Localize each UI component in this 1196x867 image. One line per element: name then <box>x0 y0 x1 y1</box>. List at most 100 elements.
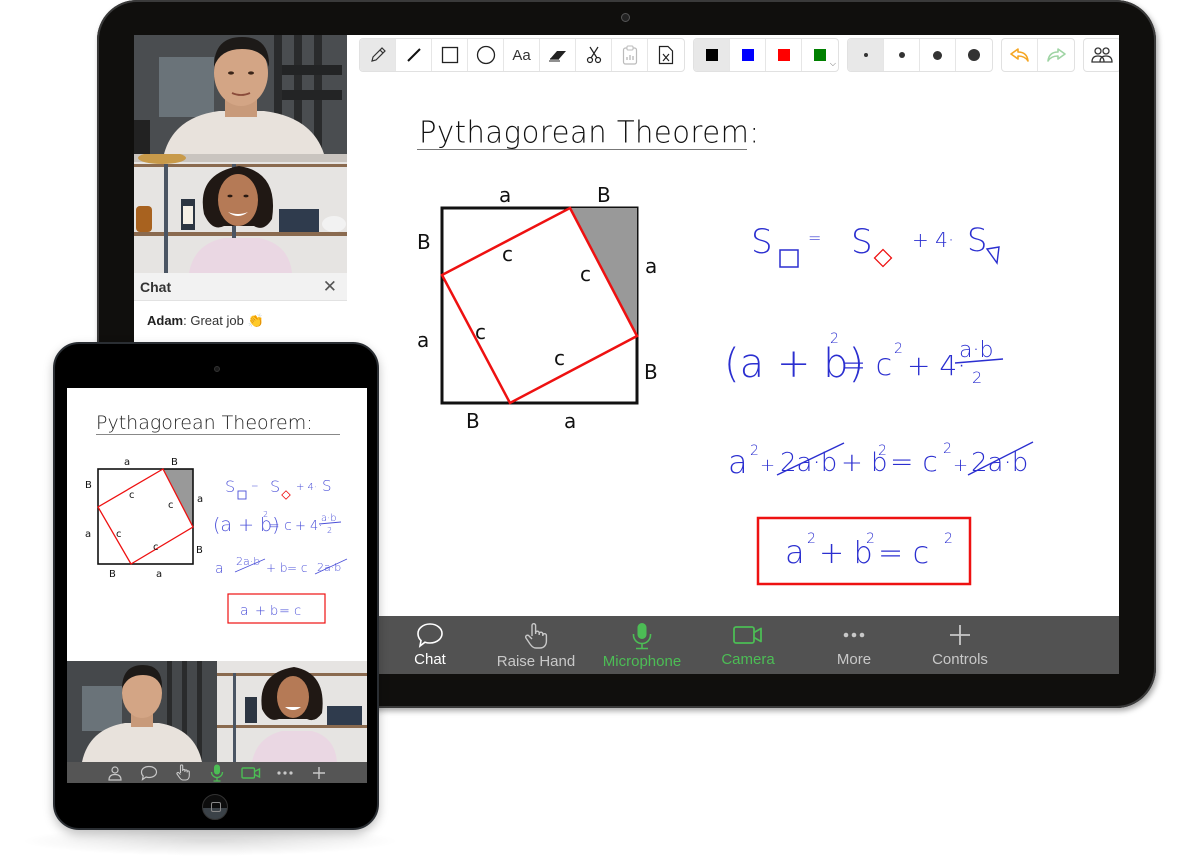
brush-size-group <box>847 38 993 72</box>
paste-tool-button[interactable] <box>612 39 648 71</box>
rectangle-tool-button[interactable] <box>432 39 468 71</box>
tablet-chat-button[interactable] <box>139 764 159 782</box>
t-eq2-den: 2 <box>327 526 332 535</box>
t-diamond-symbol <box>281 490 291 500</box>
drawing-tools-group: Aa <box>359 38 685 72</box>
color-green-button[interactable]: ⌵ <box>802 39 838 71</box>
text-icon: Aa <box>512 46 531 64</box>
brush-size-3-button[interactable] <box>920 39 956 71</box>
t-eq1-eq: = <box>251 482 259 492</box>
pencil-tool-button[interactable] <box>360 39 396 71</box>
cut-tool-button[interactable] <box>576 39 612 71</box>
tablet-screen: Pythagorean Theorem: a B a B B a B a c c… <box>67 388 367 783</box>
line-tool-button[interactable] <box>396 39 432 71</box>
blue-swatch <box>741 49 754 61</box>
eq2-frac-den: 2 <box>972 368 982 387</box>
eq3-sq3: 2 <box>943 441 952 457</box>
t-label-c: c <box>168 500 174 511</box>
tablet-controls-button[interactable] <box>309 764 329 782</box>
square-symbol <box>779 249 799 268</box>
controls-button[interactable]: Controls <box>907 616 1013 674</box>
t-square-symbol <box>237 490 247 500</box>
tablet-participant-video-1[interactable] <box>67 661 217 762</box>
eq1-s1: S <box>751 222 773 262</box>
meeting-controls-bar: Chat Raise Hand Microphone Camera More C… <box>377 616 1119 674</box>
microphone-button[interactable]: Microphone <box>589 616 695 674</box>
circle-tool-button[interactable] <box>468 39 504 71</box>
tablet-more-button[interactable] <box>275 764 295 782</box>
t-eq1-s: S <box>225 477 235 496</box>
tablet-microphone-button[interactable] <box>207 764 227 782</box>
brush-size-2-button[interactable] <box>884 39 920 71</box>
redo-icon <box>1047 48 1066 62</box>
controls-button-label: Controls <box>932 651 988 668</box>
eq3-a: a <box>728 443 748 481</box>
final-a: a <box>785 533 805 571</box>
chevron-down-icon[interactable]: ⌵ <box>830 59 836 69</box>
t-eq1-s3: S <box>322 477 332 495</box>
tablet-raise-hand-button[interactable] <box>173 764 193 782</box>
t-final-eqc: = c <box>279 604 301 619</box>
eq2-plus-four: + 4· <box>907 349 966 382</box>
tablet-camera-button[interactable] <box>241 764 261 782</box>
final-sq3: 2 <box>944 531 953 547</box>
label-right-b: B <box>644 360 658 384</box>
final-sq1: 2 <box>807 531 816 547</box>
eq1-s2: S <box>851 222 873 262</box>
more-button[interactable]: More <box>801 616 907 674</box>
undo-button[interactable] <box>1002 39 1038 71</box>
chat-message: Adam: Great job 👏 <box>147 313 264 329</box>
tablet-drawing-layer[interactable]: a B a B B a B a c c c c S = S + 4· S (a … <box>67 432 367 662</box>
chat-message-text: : Great job <box>183 313 248 328</box>
red-swatch <box>777 49 790 61</box>
label-c-top: c <box>502 242 513 266</box>
chat-icon <box>140 765 158 781</box>
color-blue-button[interactable] <box>730 39 766 71</box>
chat-panel: Chat ✕ Adam: Great job 👏 <box>134 273 347 353</box>
final-eq-c: = c <box>878 536 929 571</box>
t-label: a <box>124 457 130 468</box>
home-button[interactable] <box>202 794 228 820</box>
close-icon[interactable]: ✕ <box>323 278 337 296</box>
eq3-sq1: 2 <box>750 443 759 459</box>
eq3-2ab-crossed: 2a·b <box>780 448 837 478</box>
label-c-right: c <box>580 262 591 286</box>
clear-board-button[interactable] <box>648 39 684 71</box>
participant-video-2[interactable] <box>134 154 347 273</box>
triangle-symbol <box>985 246 1000 265</box>
participant-video-1[interactable] <box>134 35 347 154</box>
eq3-sq2: 2 <box>878 443 887 459</box>
chat-button[interactable]: Chat <box>377 616 483 674</box>
equation-3: a 2 + 2a·b + b 2 = c 2 + 2a·b <box>728 441 1034 481</box>
eraser-tool-button[interactable] <box>540 39 576 71</box>
brush-size-1-button[interactable] <box>848 39 884 71</box>
chat-sender: Adam <box>147 313 184 328</box>
whiteboard-canvas[interactable]: Pythagorean Theorem: a B a B B a B a c c… <box>359 85 1119 615</box>
redo-button[interactable] <box>1038 39 1074 71</box>
chat-title: Chat <box>140 279 172 295</box>
raise-hand-button[interactable]: Raise Hand <box>483 616 589 674</box>
whiteboard-toolbar: Aa ⌵ <box>359 38 1119 72</box>
rectangle-icon <box>441 46 458 64</box>
color-black-button[interactable] <box>694 39 730 71</box>
t-label-c: c <box>116 529 122 540</box>
green-swatch <box>814 49 826 61</box>
tablet-controls-bar <box>67 762 367 783</box>
brush-size-4-button[interactable] <box>956 39 992 71</box>
size-dot-icon <box>968 49 980 61</box>
tablet-participant-video-2[interactable] <box>217 661 367 762</box>
t-label: B <box>85 480 92 491</box>
eq2-sq2: 2 <box>894 341 903 357</box>
equation-2: (a + b) 2 = c 2 + 4· a·b 2 <box>724 331 1004 387</box>
participants-button[interactable] <box>1084 39 1119 71</box>
tablet-participants-button[interactable] <box>105 764 125 782</box>
eq2-frac-num: a·b <box>959 338 993 363</box>
eq3-2ab-crossed-2: 2a·b <box>971 448 1028 478</box>
eraser-icon <box>548 51 566 62</box>
microphone-icon <box>210 764 224 782</box>
pencil-icon <box>370 47 386 62</box>
color-red-button[interactable] <box>766 39 802 71</box>
text-tool-button[interactable]: Aa <box>504 39 540 71</box>
t-label: B <box>171 457 178 468</box>
camera-button[interactable]: Camera <box>695 616 801 674</box>
